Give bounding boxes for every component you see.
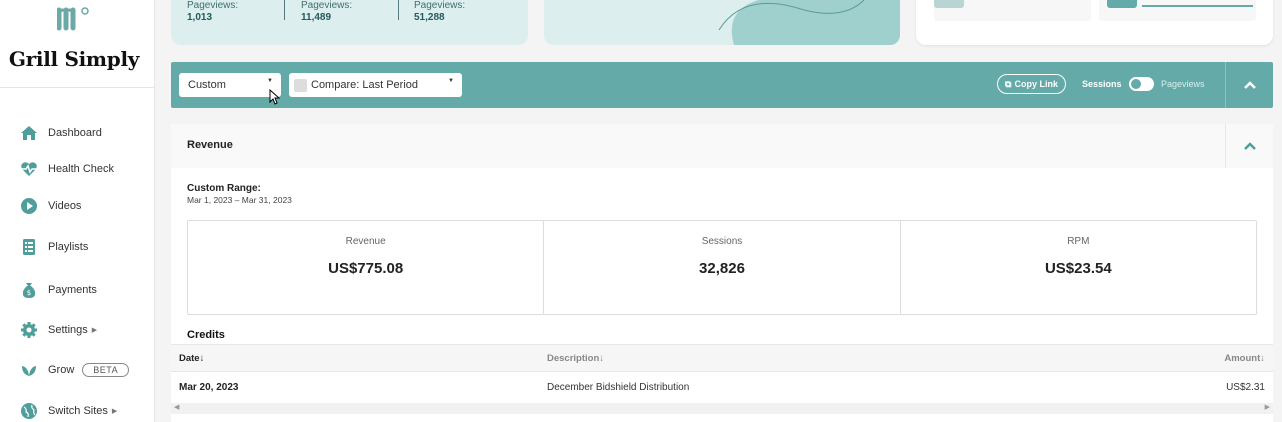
scroll-left-icon[interactable]: ◀ <box>174 403 179 411</box>
sidebar-item-label: Payments <box>48 284 97 296</box>
top-right-card <box>916 0 1273 45</box>
horizontal-scrollbar[interactable]: ◀ ▶ <box>171 403 1273 414</box>
beta-badge: BETA <box>82 363 130 377</box>
stat-3: Pageviews: 51,288 <box>414 0 465 23</box>
copy-link-label: Copy Link <box>1014 79 1058 89</box>
heartbeat-icon <box>20 160 38 178</box>
panel-title: Revenue <box>187 139 233 151</box>
sidebar-divider <box>0 87 155 88</box>
stat-value: 1,013 <box>187 12 213 23</box>
stat-2: Pageviews: 11,489 <box>301 0 352 23</box>
sidebar-item-payments[interactable]: $ Payments <box>20 278 97 302</box>
toggle-label-pageviews: Pageviews <box>1161 79 1205 89</box>
toggle-knob <box>1131 79 1141 89</box>
date-range-select[interactable]: Custom ▼ <box>179 73 281 97</box>
list-icon <box>20 238 38 256</box>
credits-table-header: Date↓ Description↓ Amount↓ <box>171 344 1273 372</box>
card-block <box>934 0 1091 21</box>
cell-description: December Bidshield Distribution <box>547 382 690 393</box>
metric-value: US$775.08 <box>328 260 404 277</box>
column-header-date[interactable]: Date↓ <box>179 353 204 364</box>
metric-value: US$23.54 <box>1044 260 1112 277</box>
cell-amount: US$2.31 <box>1226 382 1265 393</box>
sidebar-item-health-check[interactable]: Health Check <box>20 157 114 181</box>
column-header-amount[interactable]: Amount↓ <box>1224 353 1265 364</box>
illustration-card <box>544 0 900 45</box>
svg-text:$: $ <box>27 289 31 297</box>
revenue-panel-header: Revenue <box>171 124 1273 168</box>
metrics-row: Revenue US$775.08 Sessions 32,826 RPM US… <box>187 220 1257 315</box>
brand-name: Grill Simply <box>8 47 140 71</box>
column-header-description[interactable]: Description↓ <box>547 353 604 364</box>
toggle-label-sessions: Sessions <box>1082 79 1122 89</box>
chevron-up-icon <box>1243 142 1256 150</box>
custom-range-label: Custom Range: <box>187 183 261 194</box>
mouse-cursor-icon <box>269 89 280 105</box>
logo-icon <box>57 7 89 31</box>
metric-sessions: Sessions 32,826 <box>544 221 901 314</box>
stat-divider <box>398 0 399 20</box>
caret-down-icon: ▼ <box>267 78 273 84</box>
sidebar-item-switch-sites[interactable]: Switch Sites ▶ <box>20 399 117 422</box>
sidebar-item-dashboard[interactable]: Dashboard <box>20 121 102 145</box>
copy-link-button[interactable]: ⧉ Copy Link <box>997 74 1066 94</box>
chevron-right-icon: ▶ <box>111 408 118 415</box>
metric-label: Revenue <box>345 236 386 247</box>
sidebar-item-label: Dashboard <box>48 127 102 139</box>
sidebar-item-label: Playlists <box>48 241 89 253</box>
sidebar-item-label: Videos <box>48 200 82 212</box>
sidebar-item-videos[interactable]: Videos <box>20 194 81 218</box>
stat-value: 51,288 <box>414 12 445 23</box>
filter-toolbar: Custom ▼ Compare: Last Period ▼ ⧉ Copy L… <box>171 62 1273 108</box>
globe-icon <box>20 402 38 420</box>
stat-value: 11,489 <box>301 12 332 23</box>
stat-1: Pageviews: 1,013 <box>187 0 238 23</box>
compare-select[interactable]: Compare: Last Period ▼ <box>289 73 462 97</box>
pageviews-summary-card: Pageviews: 1,013 Pageviews: 11,489 Pagev… <box>171 0 528 45</box>
panel-collapse-button[interactable] <box>1226 124 1273 168</box>
metric-value: 32,826 <box>699 260 745 277</box>
table-row: Mar 20, 2023 December Bidshield Distribu… <box>171 373 1273 403</box>
credits-title: Credits <box>187 329 225 341</box>
sidebar-item-playlists[interactable]: Playlists <box>20 235 88 259</box>
home-icon <box>20 124 38 142</box>
metric-revenue: Revenue US$775.08 <box>188 221 545 314</box>
sidebar-item-label: Grow <box>48 364 75 376</box>
sidebar-item-label: Switch Sites <box>48 405 108 417</box>
gear-icon <box>20 321 38 339</box>
metric-rpm: RPM US$23.54 <box>901 221 1256 314</box>
sidebar-item-label: Settings <box>48 324 88 336</box>
chevron-right-icon: ▶ <box>91 327 98 334</box>
metric-label: Sessions <box>701 236 743 247</box>
stat-title: Pageviews: <box>187 0 239 11</box>
metric-label: RPM <box>1067 236 1090 247</box>
stat-divider <box>284 0 285 20</box>
sidebar-item-label: Health Check <box>48 163 115 175</box>
scroll-right-icon[interactable]: ▶ <box>1265 403 1270 411</box>
chevron-up-icon <box>1243 81 1256 89</box>
date-range-value: Custom <box>188 79 226 91</box>
sidebar: Grill Simply Dashboard Health Check Vide… <box>0 0 155 422</box>
toolbar-collapse-button[interactable] <box>1226 62 1273 108</box>
caret-down-icon: ▼ <box>448 78 454 84</box>
sidebar-item-grow[interactable]: Grow BETA <box>20 358 130 382</box>
decorative-illustration <box>718 0 900 45</box>
leaf-icon <box>20 361 38 379</box>
compare-value: Compare: Last Period <box>311 79 418 91</box>
compare-checkbox[interactable] <box>294 78 307 92</box>
card-button[interactable] <box>1107 0 1137 8</box>
sessions-pageviews-toggle[interactable] <box>1129 77 1154 91</box>
copy-icon: ⧉ <box>1005 78 1012 89</box>
stat-title: Pageviews: <box>414 0 466 11</box>
play-circle-icon <box>20 197 38 215</box>
sidebar-item-settings[interactable]: Settings ▶ <box>20 318 97 342</box>
cell-date: Mar 20, 2023 <box>179 382 239 393</box>
money-bag-icon: $ <box>20 281 38 299</box>
custom-range-value: Mar 1, 2023 – Mar 31, 2023 <box>187 195 292 205</box>
stat-title: Pageviews: <box>301 0 353 11</box>
revenue-panel: Revenue Custom Range: Mar 1, 2023 – Mar … <box>171 124 1273 422</box>
card-input-underline[interactable] <box>1142 5 1253 7</box>
